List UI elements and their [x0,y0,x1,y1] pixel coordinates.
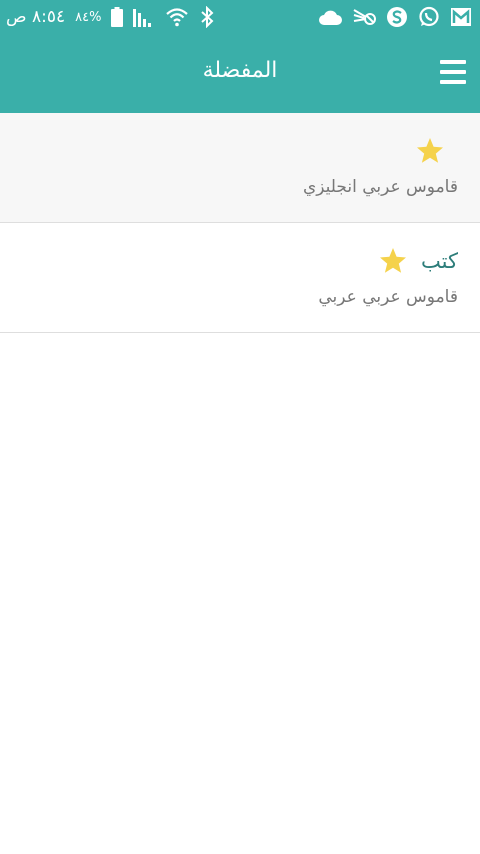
battery-icon [111,7,124,27]
list-item-subtitle: قاموس عربي عربي [318,287,458,307]
bluetooth-icon [199,6,215,28]
menu-icon-bar [440,80,466,84]
status-bar-left: ٨:٥٤ ص ٨٤% [6,4,215,30]
star-icon[interactable] [379,247,407,274]
status-bar: ٨:٥٤ ص ٨٤% [0,0,480,34]
status-bar-right [318,4,472,30]
page-title: المفضلة [202,58,278,83]
mail-icon [450,7,472,27]
list-item[interactable]: كتب قاموس عربي عربي [0,223,480,333]
list-item-header [416,137,458,164]
favorites-list: قاموس عربي انجليزي كتب قاموس عربي عربي [0,113,480,333]
star-icon[interactable] [416,137,444,164]
cloud-icon [318,9,342,25]
list-item-header: كتب [379,247,458,274]
list-item-title: كتب [421,248,458,273]
list-item-subtitle: قاموس عربي انجليزي [302,177,458,197]
list-item[interactable]: قاموس عربي انجليزي [0,113,480,223]
menu-icon-bar [440,60,466,64]
battery-percent: ٨٤% [75,9,102,25]
whatsapp-icon [418,6,440,28]
app-bar: المفضلة [0,34,480,113]
status-time: ٨:٥٤ ص [6,7,66,27]
menu-button[interactable] [440,60,466,86]
signal-icon [133,7,155,27]
wifi-icon [165,6,189,28]
menu-icon-bar [440,70,466,74]
skype-icon [386,6,408,28]
top-bar: ٨:٥٤ ص ٨٤% المفضلة [0,0,480,113]
no-mobile-data-icon [352,7,376,27]
